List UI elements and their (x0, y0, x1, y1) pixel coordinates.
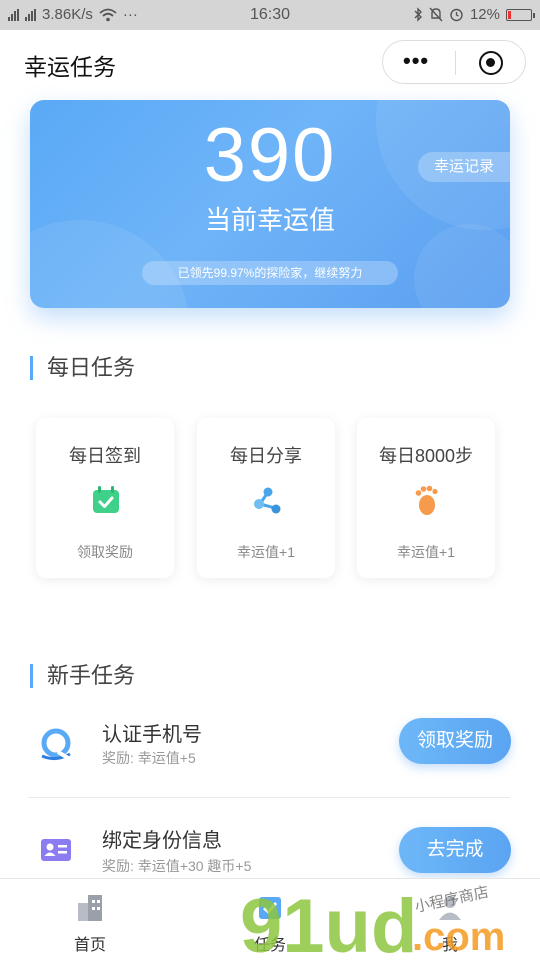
id-card-icon (41, 839, 71, 861)
share-nodes-icon (254, 487, 281, 514)
daily-tasks-title: 每日任务 (30, 356, 135, 380)
tab-label: 任务 (253, 937, 286, 954)
divider (28, 797, 510, 798)
daily-card-share[interactable]: 每日分享 幸运值+1 (197, 418, 335, 578)
tab-label: 首页 (73, 937, 106, 954)
user-icon (439, 896, 461, 920)
mute-bell-icon (429, 7, 443, 22)
tab-label: 我 (441, 937, 458, 954)
rank-banner: 已领先99.97%的探险家，继续努力 (142, 261, 398, 285)
footprint-icon (415, 485, 438, 515)
tab-bar: 首页 任务 我 (0, 878, 540, 961)
task-row-phone: 认证手机号 奖励: 幸运值+5 领取奖励 (0, 704, 540, 784)
status-right: 12% (413, 6, 535, 23)
daily-card-steps[interactable]: 每日8000步 幸运值+1 (357, 418, 495, 578)
luck-hero-card: 390 当前幸运值 幸运记录 已领先99.97%的探险家，继续努力 (30, 100, 510, 308)
battery-percent: 12% (469, 6, 500, 23)
phone-verify-icon (41, 728, 71, 761)
daily-card-title: 每日分享 (230, 446, 302, 466)
calendar-check-icon (93, 486, 119, 513)
more-dots-icon[interactable]: ••• (403, 50, 429, 72)
tab-task[interactable]: 任务 (180, 879, 360, 961)
page-title: 幸运任务 (24, 54, 116, 80)
home-building-icon (78, 895, 102, 921)
go-complete-button[interactable]: 去完成 (399, 827, 511, 873)
capsule-divider (455, 51, 456, 75)
nav-bar: 幸运任务 ••• (0, 30, 540, 96)
luck-value-label: 当前幸运值 (204, 205, 335, 235)
task-name: 绑定身份信息 (102, 830, 222, 852)
task-reward: 奖励: 幸运值+5 (102, 750, 196, 766)
luck-record-button[interactable]: 幸运记录 (418, 152, 510, 182)
tab-me[interactable]: 我 (360, 879, 540, 961)
claim-reward-button[interactable]: 领取奖励 (399, 718, 511, 764)
daily-card-subtitle: 领取奖励 (77, 544, 133, 560)
newbie-tasks-title: 新手任务 (30, 664, 135, 688)
bluetooth-icon (414, 7, 422, 22)
alarm-icon (450, 8, 463, 22)
daily-card-subtitle: 幸运值+1 (397, 544, 455, 560)
target-circle-icon[interactable] (479, 51, 503, 75)
daily-card-title: 每日签到 (69, 446, 141, 466)
task-reward: 奖励: 幸运值+30 趣币+5 (102, 858, 252, 874)
status-bar: 3.86K/s ··· 16:30 12% (0, 0, 540, 30)
daily-card-checkin[interactable]: 每日签到 领取奖励 (36, 418, 174, 578)
task-icon (259, 897, 281, 919)
daily-card-subtitle: 幸运值+1 (237, 544, 295, 560)
mini-program-capsule: ••• (382, 40, 526, 84)
tab-home[interactable]: 首页 (0, 879, 180, 961)
battery-icon (506, 8, 535, 21)
task-name: 认证手机号 (102, 724, 202, 746)
daily-card-title: 每日8000步 (378, 446, 474, 466)
